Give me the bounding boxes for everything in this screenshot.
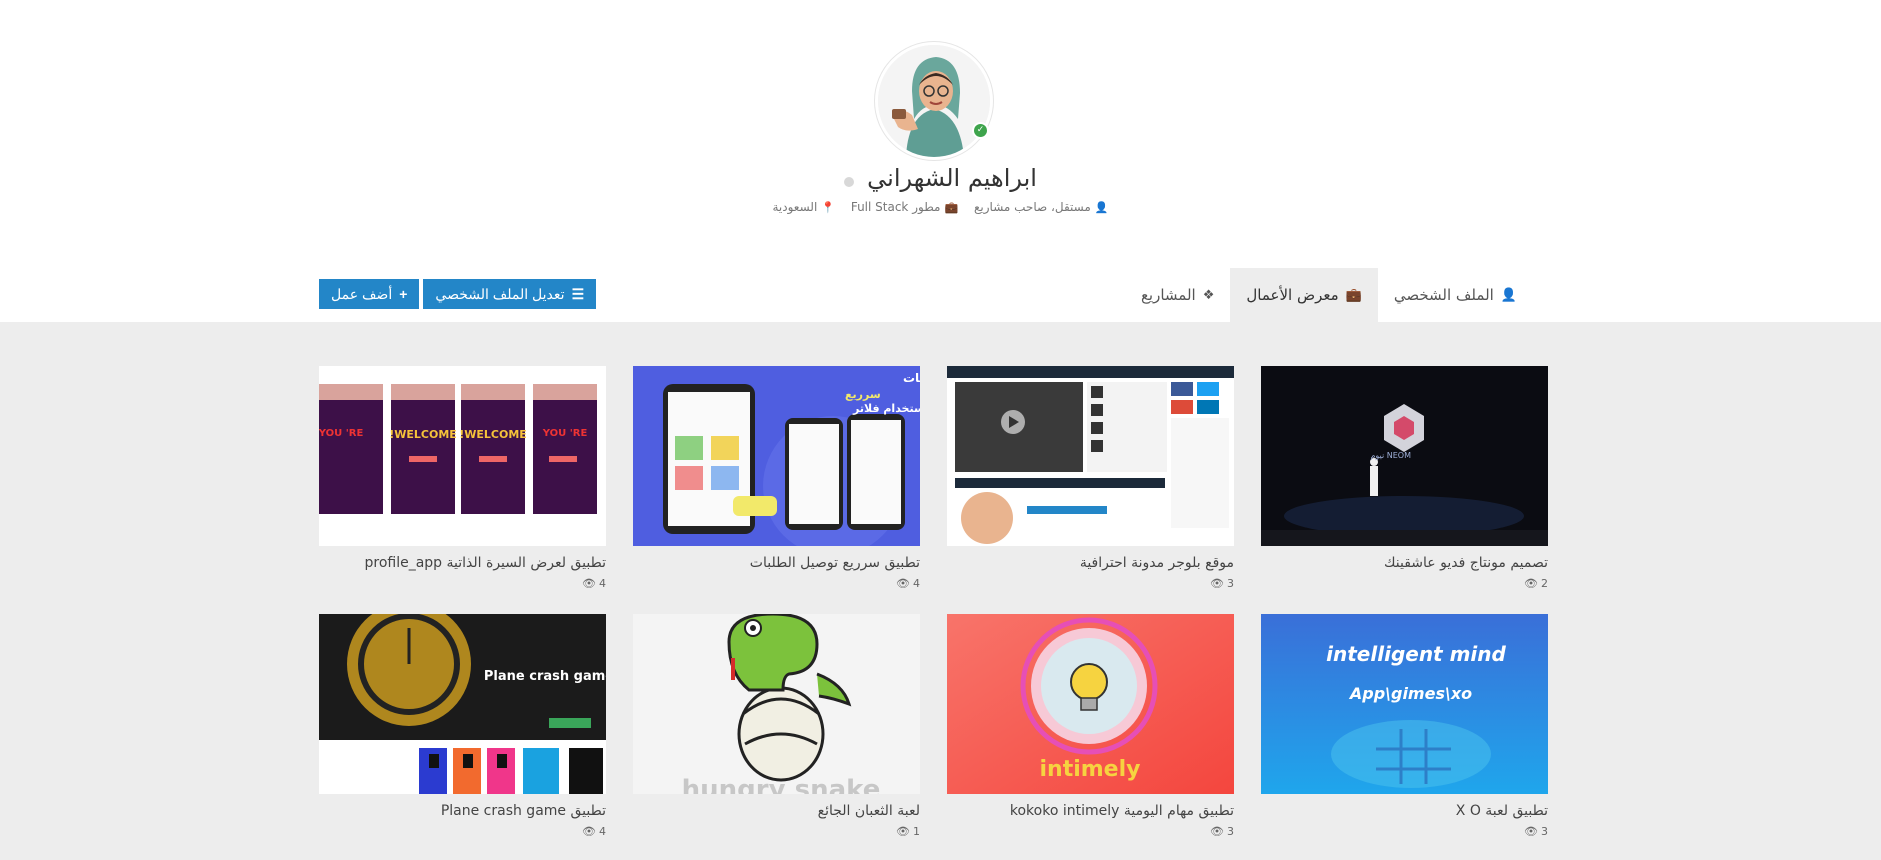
- briefcase-icon: 💼: [1345, 287, 1362, 303]
- portfolio-card[interactable]: YOU 'RE WELCOME! WELCOME! YOU 'RE تطبيق …: [319, 366, 606, 590]
- tab-label: المشاريع: [1140, 286, 1196, 304]
- portfolio-card[interactable]: intelligent mind App\gimes\xo تطبيق لعبة…: [1261, 614, 1548, 838]
- portfolio-card[interactable]: موقع بلوجر مدونة احترافية 3👁: [947, 366, 1234, 590]
- profile-tabs: 👤 الملف الشخصي 💼 معرض الأعمال ❖ المشاريع: [1125, 268, 1533, 322]
- meta-job: 💼مطور Full Stack: [851, 200, 958, 214]
- eye-icon: 👁: [896, 825, 910, 838]
- portfolio-card[interactable]: تطبيق توصيل الطلبات سرريع باستخدام فلاتر…: [633, 366, 920, 590]
- meta-location: 📍السعودية: [772, 200, 835, 214]
- tab-projects[interactable]: ❖ المشاريع: [1125, 268, 1230, 322]
- work-title[interactable]: تطبيق سرريع توصيل الطلبات: [633, 555, 920, 571]
- view-count: 4👁: [319, 577, 606, 590]
- view-count: 4👁: [319, 825, 606, 838]
- work-title[interactable]: تطبيق Plane crash game: [319, 803, 606, 819]
- thumb-caption: App\gimes\xo: [1348, 684, 1472, 703]
- cubes-icon: ❖: [1202, 287, 1215, 303]
- work-title[interactable]: موقع بلوجر مدونة احترافية: [947, 555, 1234, 571]
- thumb-caption: NEOM نيوم: [1370, 451, 1411, 460]
- eye-icon: 👁: [1210, 577, 1224, 590]
- portfolio-gallery: NEOM نيوم تصميم مونتاج فديو عاشقينك 2👁 م…: [0, 322, 1881, 860]
- user-icon: 👤: [1500, 287, 1517, 303]
- thumb-caption: intelligent mind: [1326, 642, 1506, 666]
- profile-header: ✓ ابراهيم الشهراني 👤مستقل، صاحب مشاريع 💼…: [0, 0, 1881, 322]
- thumb-caption: hungry snake: [682, 775, 881, 794]
- view-count-value: 4: [599, 825, 606, 838]
- portfolio-thumbnail[interactable]: hungry snake: [633, 614, 920, 794]
- thumb-caption: intimely: [1040, 757, 1141, 782]
- portfolio-card[interactable]: hungry snake لعبة الثعبان الجائع 1👁: [633, 614, 920, 838]
- view-count-value: 4: [599, 577, 606, 590]
- user-icon: 👤: [1094, 201, 1109, 214]
- work-title[interactable]: لعبة الثعبان الجائع: [633, 803, 920, 819]
- online-status-icon: ✓: [972, 122, 989, 139]
- view-count-value: 4: [913, 577, 920, 590]
- view-count: 1👁: [633, 825, 920, 838]
- role-text: مستقل، صاحب مشاريع: [974, 200, 1091, 214]
- portfolio-thumbnail[interactable]: intimely: [947, 614, 1234, 794]
- thumb-caption: YOU 'RE: [319, 428, 363, 439]
- add-work-label: أضف عمل: [331, 285, 393, 302]
- view-count-value: 3: [1227, 825, 1234, 838]
- thumb-caption: WELCOME!: [459, 428, 527, 441]
- job-text: مطور Full Stack: [850, 200, 941, 214]
- eye-icon: 👁: [582, 577, 596, 590]
- portfolio-thumbnail[interactable]: NEOM نيوم: [1261, 366, 1548, 546]
- meta-role: 👤مستقل، صاحب مشاريع: [974, 200, 1108, 214]
- view-count: 3👁: [947, 825, 1234, 838]
- tab-label: الملف الشخصي: [1393, 286, 1494, 304]
- eye-icon: 👁: [1210, 825, 1224, 838]
- portfolio-thumbnail[interactable]: YOU 'RE WELCOME! WELCOME! YOU 'RE: [319, 366, 606, 546]
- thumb-caption: YOU 'RE: [542, 428, 588, 439]
- view-count: 3👁: [1261, 825, 1548, 838]
- view-count: 2👁: [1261, 577, 1548, 590]
- portfolio-card[interactable]: NEOM نيوم تصميم مونتاج فديو عاشقينك 2👁: [1261, 366, 1548, 590]
- work-title[interactable]: تطبيق لعبة X O: [1261, 803, 1548, 819]
- location-text: السعودية: [772, 200, 818, 214]
- thumb-caption: Plane crash game: [484, 669, 606, 684]
- briefcase-icon: 💼: [944, 201, 959, 214]
- eye-icon: 👁: [582, 825, 596, 838]
- view-count-value: 1: [913, 825, 920, 838]
- view-count: 4👁: [633, 577, 920, 590]
- view-count-value: 3: [1541, 825, 1548, 838]
- avatar[interactable]: [875, 42, 993, 160]
- edit-profile-label: تعديل الملف الشخصي: [435, 285, 565, 302]
- thumb-caption: باستخدام فلاتر: [852, 402, 920, 415]
- view-count: 3👁: [947, 577, 1234, 590]
- tab-label: معرض الأعمال: [1246, 286, 1339, 304]
- map-marker-icon: 📍: [821, 201, 835, 214]
- eye-icon: 👁: [1524, 577, 1538, 590]
- thumb-caption: تطبيق توصيل الطلبات: [903, 371, 920, 386]
- portfolio-thumbnail[interactable]: [947, 366, 1234, 546]
- tab-profile[interactable]: 👤 الملف الشخصي: [1378, 268, 1533, 322]
- add-work-button[interactable]: + أضف عمل: [319, 279, 420, 309]
- thumb-caption: WELCOME!: [389, 428, 457, 441]
- work-title[interactable]: تصميم مونتاج فديو عاشقينك: [1261, 555, 1548, 571]
- view-count-value: 3: [1227, 577, 1234, 590]
- portfolio-thumbnail[interactable]: تطبيق توصيل الطلبات سرريع باستخدام فلاتر: [633, 366, 920, 546]
- view-count-value: 2: [1541, 577, 1548, 590]
- tab-portfolio[interactable]: 💼 معرض الأعمال: [1230, 268, 1378, 322]
- portfolio-thumbnail[interactable]: intelligent mind App\gimes\xo: [1261, 614, 1548, 794]
- work-title[interactable]: تطبيق مهام اليومية kokoko intimely: [947, 803, 1234, 819]
- eye-icon: 👁: [896, 577, 910, 590]
- presence-dot-icon: [844, 176, 855, 187]
- profile-meta: 👤مستقل، صاحب مشاريع 💼مطور Full Stack 📍ال…: [0, 200, 1881, 214]
- work-title[interactable]: تطبيق لعرض السيرة الذاتية profile_app: [319, 555, 606, 571]
- profile-name-row: ابراهيم الشهراني: [0, 164, 1881, 192]
- portfolio-thumbnail[interactable]: Plane crash game: [319, 614, 606, 794]
- profile-actions: + أضف عمل ☰ تعديل الملف الشخصي: [319, 279, 597, 309]
- thumb-caption: سرريع: [845, 388, 881, 401]
- eye-icon: 👁: [1524, 825, 1538, 838]
- plus-icon: +: [399, 286, 408, 302]
- edit-profile-button[interactable]: ☰ تعديل الملف الشخصي: [423, 279, 597, 309]
- profile-name: ابراهيم الشهراني: [867, 164, 1037, 192]
- portfolio-card[interactable]: Plane crash game تطبيق Plane crash game …: [319, 614, 606, 838]
- portfolio-card[interactable]: intimely تطبيق مهام اليومية kokoko intim…: [947, 614, 1234, 838]
- sliders-icon: ☰: [571, 285, 585, 302]
